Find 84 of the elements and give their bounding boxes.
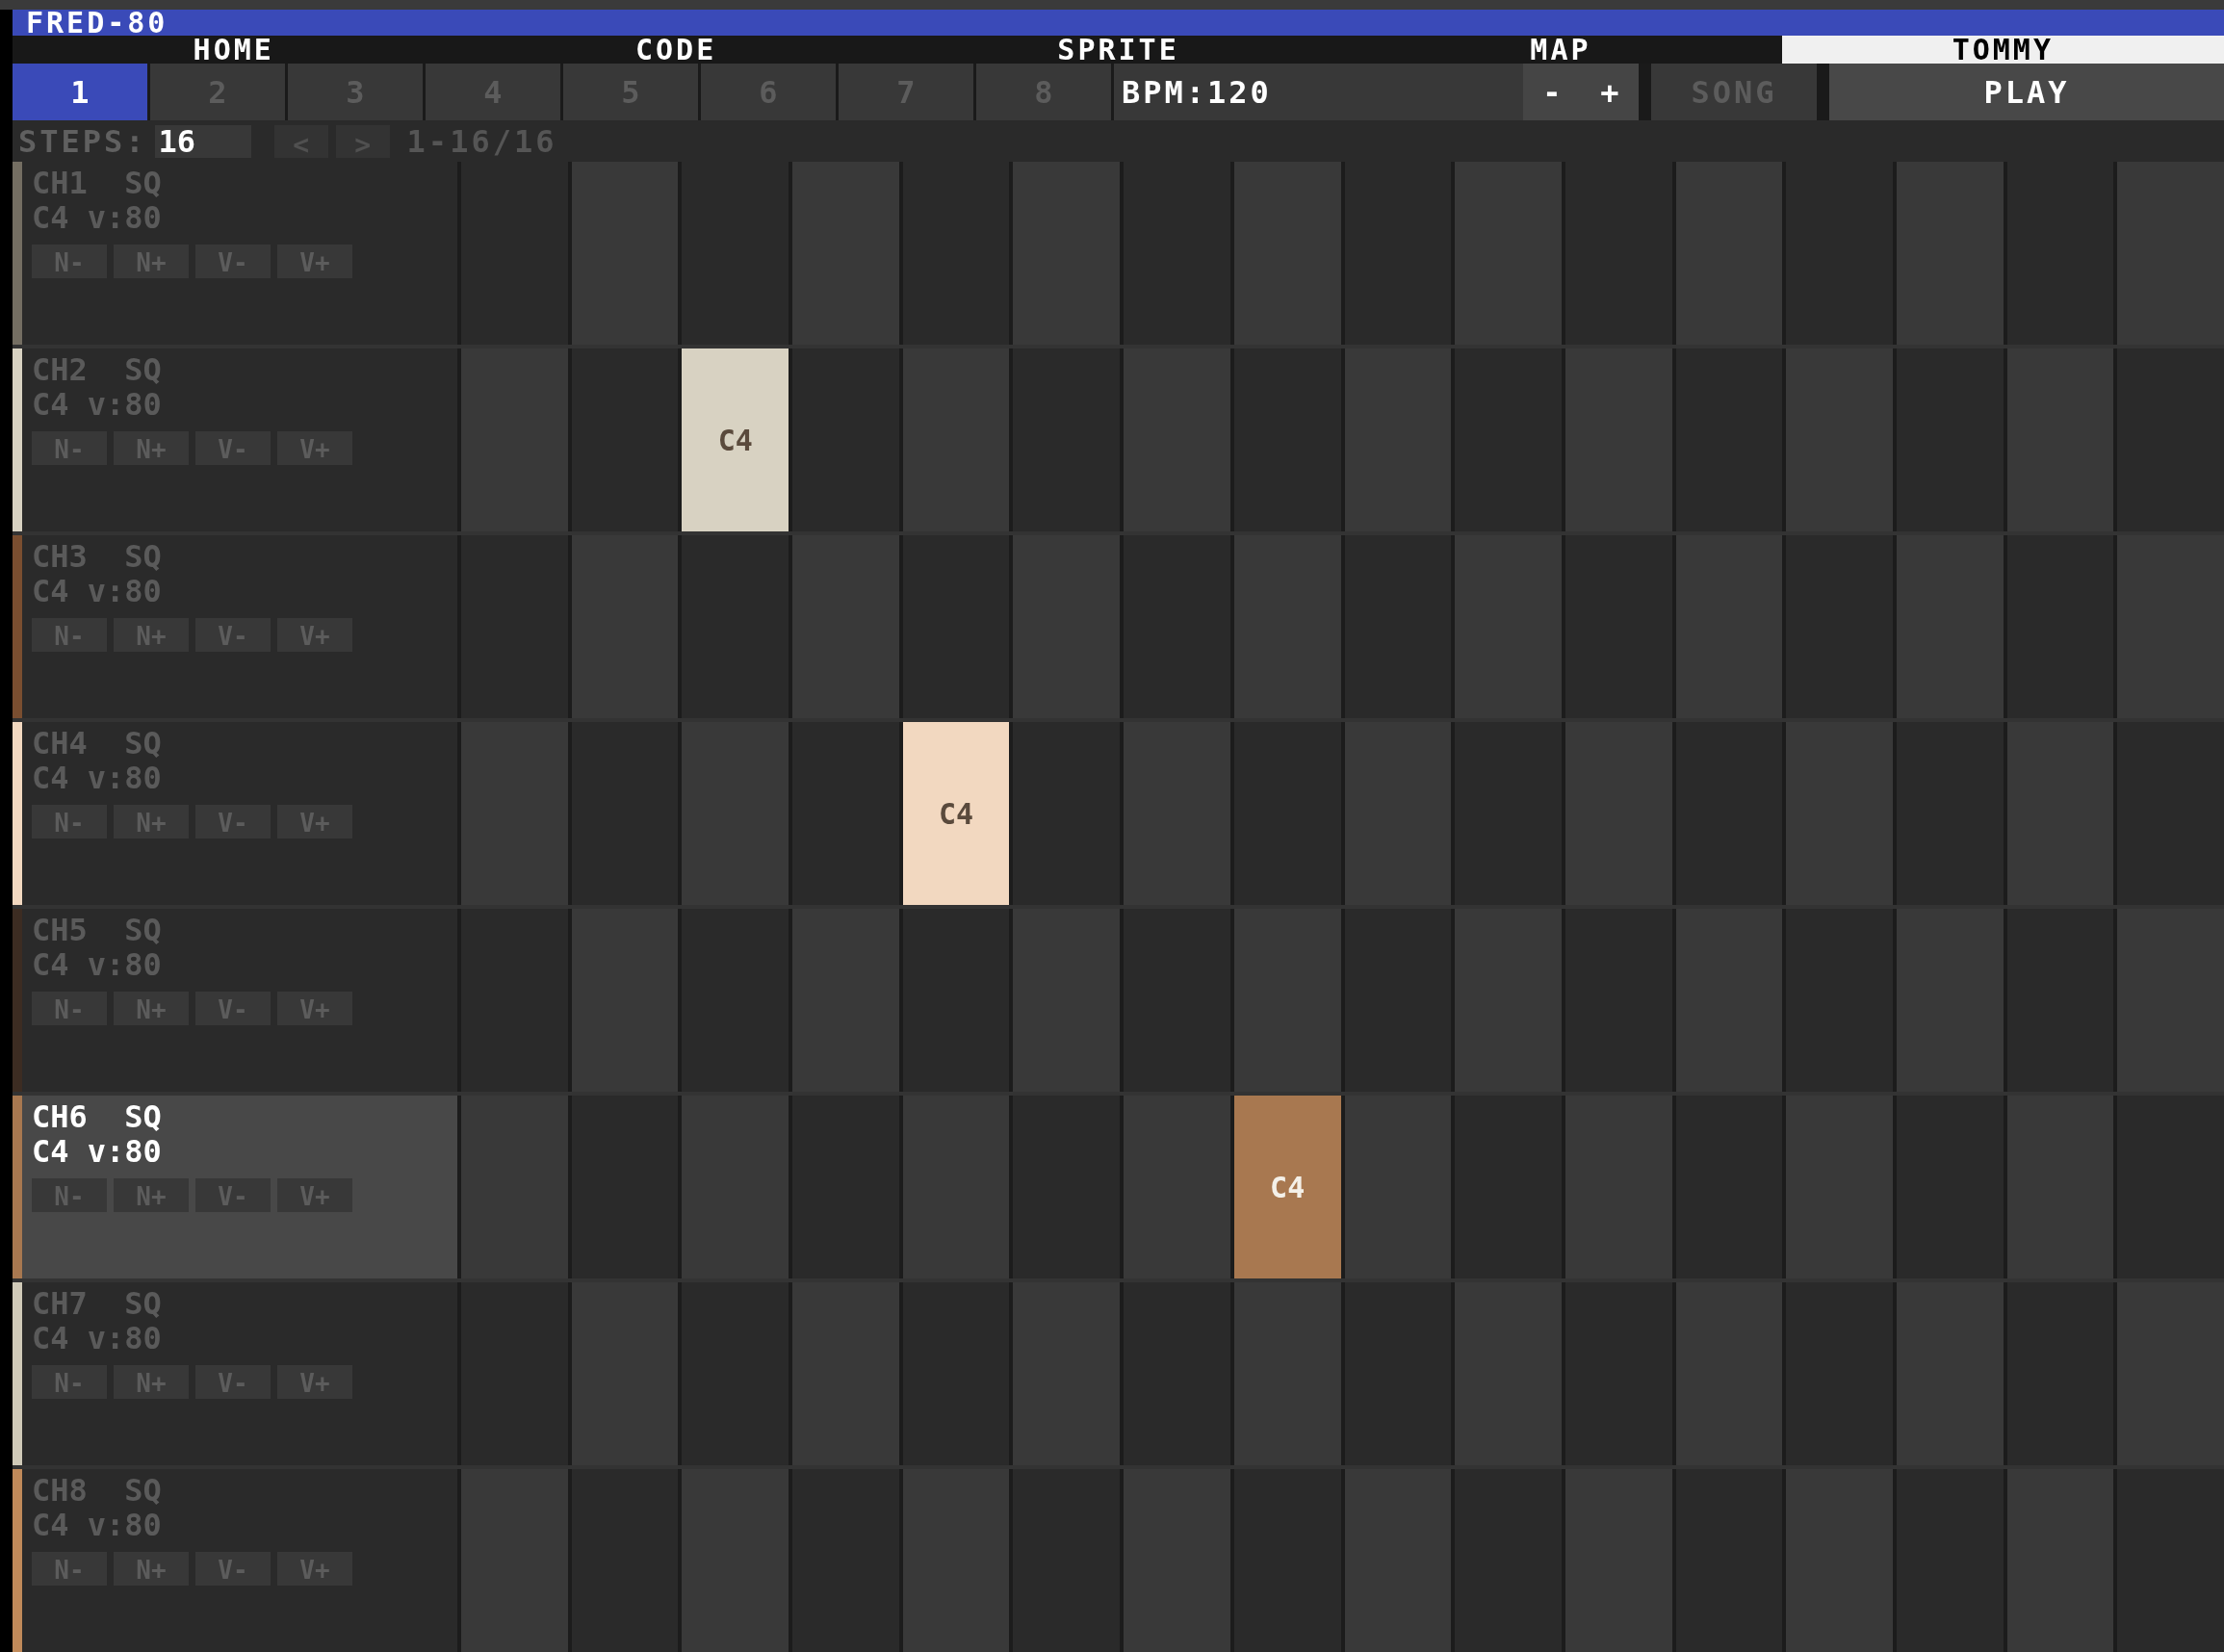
empty-step[interactable]: [2117, 162, 2224, 345]
empty-step[interactable]: [1896, 1282, 2004, 1465]
empty-step[interactable]: [571, 909, 679, 1092]
note-label: C4: [717, 422, 753, 459]
empty-step[interactable]: [2006, 1096, 2114, 1278]
nav-tab[interactable]: TOMMY: [1781, 36, 2224, 64]
empty-step[interactable]: [1124, 1096, 1230, 1278]
channel-params: C4 v:80: [32, 1134, 163, 1169]
empty-step[interactable]: [1675, 1282, 1783, 1465]
nav-tab[interactable]: MAP: [1339, 36, 1782, 64]
nav-tab[interactable]: HOME: [13, 36, 455, 64]
steps-field[interactable]: 16: [154, 124, 251, 158]
empty-step[interactable]: [1565, 348, 1672, 531]
empty-step[interactable]: [1565, 722, 1672, 905]
empty-step[interactable]: [1013, 909, 1121, 1092]
note-step[interactable]: C4: [682, 348, 789, 531]
app-title: FRED-80: [26, 8, 168, 38]
empty-step[interactable]: [1344, 348, 1452, 531]
empty-step[interactable]: [1896, 909, 2004, 1092]
note-label: C4: [1270, 1169, 1306, 1206]
empty-step[interactable]: [792, 1282, 899, 1465]
next-page-button[interactable]: >: [335, 124, 390, 158]
empty-step[interactable]: [682, 1469, 789, 1652]
empty-step[interactable]: [902, 348, 1010, 531]
empty-step[interactable]: [571, 535, 679, 718]
empty-step[interactable]: [1455, 162, 1562, 345]
pattern-tab[interactable]: 1: [13, 64, 147, 120]
empty-step[interactable]: [1675, 909, 1783, 1092]
empty-step[interactable]: [571, 1282, 679, 1465]
channel-name: CH6 SQ: [32, 1099, 163, 1134]
empty-step[interactable]: [2117, 909, 2224, 1092]
empty-step[interactable]: [1124, 1469, 1230, 1652]
empty-step[interactable]: [1565, 1096, 1672, 1278]
empty-step[interactable]: [1013, 162, 1121, 345]
empty-step[interactable]: [461, 348, 568, 531]
empty-step[interactable]: [1013, 1282, 1121, 1465]
bpm-decrease-button[interactable]: -: [1537, 68, 1567, 116]
empty-step[interactable]: [682, 1096, 789, 1278]
bpm-increase-button[interactable]: +: [1594, 68, 1625, 116]
nav-tab[interactable]: SPRITE: [896, 36, 1340, 64]
empty-step[interactable]: [2006, 1469, 2114, 1652]
bpm-display: BPM:120: [1114, 64, 1523, 120]
empty-step[interactable]: [461, 1469, 568, 1652]
empty-step[interactable]: [1786, 348, 1893, 531]
prev-page-button[interactable]: <: [273, 124, 328, 158]
note-step[interactable]: C4: [902, 722, 1010, 905]
empty-step[interactable]: [1675, 162, 1783, 345]
empty-step[interactable]: [792, 162, 899, 345]
nav-tab[interactable]: CODE: [454, 36, 897, 64]
empty-step[interactable]: [1896, 535, 2004, 718]
empty-step[interactable]: [1233, 162, 1341, 345]
empty-step[interactable]: [1344, 722, 1452, 905]
empty-step[interactable]: [571, 162, 679, 345]
play-button[interactable]: PLAY: [1829, 64, 2224, 120]
empty-step[interactable]: [1344, 1096, 1452, 1278]
empty-step[interactable]: [682, 722, 789, 905]
empty-step[interactable]: [1565, 1469, 1672, 1652]
empty-step[interactable]: [1233, 535, 1341, 718]
empty-step[interactable]: [2006, 722, 2114, 905]
empty-step[interactable]: [1675, 535, 1783, 718]
empty-step[interactable]: [2117, 535, 2224, 718]
empty-step[interactable]: [1013, 535, 1121, 718]
empty-step[interactable]: [2006, 348, 2114, 531]
empty-step[interactable]: [1124, 348, 1230, 531]
empty-step[interactable]: [1344, 1469, 1452, 1652]
empty-step[interactable]: [902, 1469, 1010, 1652]
note-label: C4: [939, 795, 974, 833]
note-step[interactable]: C4: [1233, 1096, 1341, 1278]
empty-step[interactable]: [792, 909, 899, 1092]
empty-step[interactable]: [1455, 909, 1562, 1092]
empty-step[interactable]: [1896, 162, 2004, 345]
empty-step[interactable]: [461, 722, 568, 905]
empty-step[interactable]: [461, 1096, 568, 1278]
empty-step[interactable]: [792, 535, 899, 718]
empty-step[interactable]: [1786, 722, 1893, 905]
empty-step[interactable]: [1233, 909, 1341, 1092]
empty-step[interactable]: [1455, 1282, 1562, 1465]
empty-step[interactable]: [2117, 1282, 2224, 1465]
empty-step[interactable]: [1233, 1282, 1341, 1465]
empty-step[interactable]: [1124, 722, 1230, 905]
empty-step[interactable]: [1786, 1096, 1893, 1278]
empty-step[interactable]: [1786, 1469, 1893, 1652]
empty-step[interactable]: [902, 1096, 1010, 1278]
empty-step[interactable]: [1455, 535, 1562, 718]
